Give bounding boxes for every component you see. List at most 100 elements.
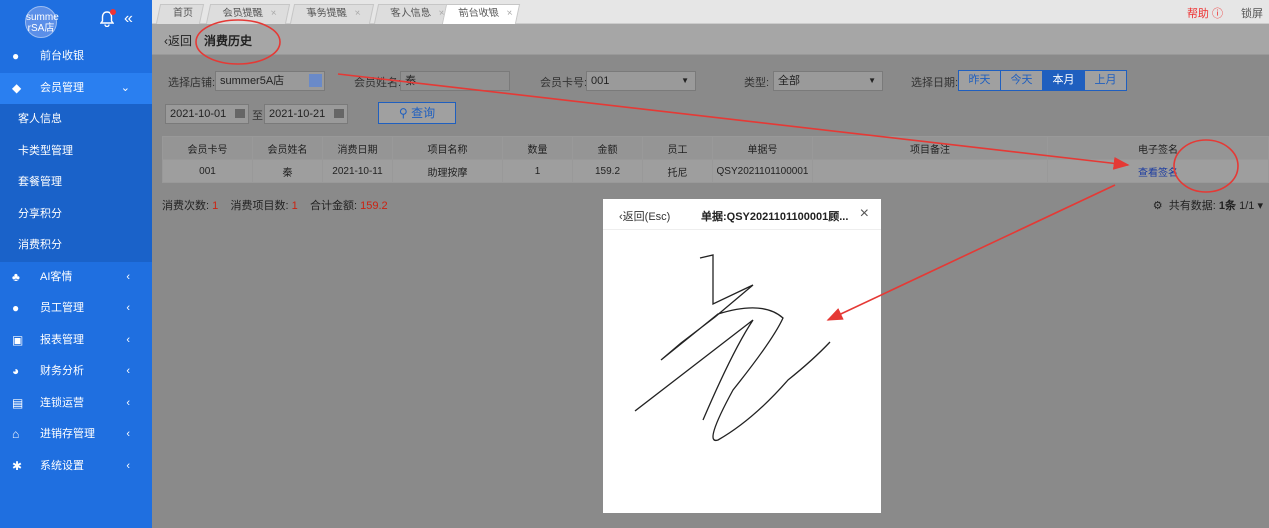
- chevron-icon: ‹: [126, 428, 130, 440]
- dropdown-caret-icon: ▼: [681, 76, 689, 85]
- money-bag-icon: ●: [12, 49, 20, 63]
- sidebar-item-label: 进销存管理: [40, 428, 95, 440]
- sidebar-menu: ● 前台收银 ◆ 会员管理 ⌄ 客人信息 卡类型管理 套餐管理 分享积分 消费积分 ♣ AI客情 ‹ ● 员…: [0, 41, 152, 482]
- dropdown-caret-icon: ▼: [868, 76, 876, 85]
- table-cell: 001: [162, 159, 253, 183]
- table-cell: 秦: [252, 159, 323, 183]
- sidebar-subitem[interactable]: 套餐管理: [0, 167, 152, 199]
- sidebar-item[interactable]: ◆ 会员管理 ⌄: [0, 72, 152, 104]
- sidebar-item[interactable]: ▣ 报表管理 ‹: [0, 325, 152, 357]
- search-icon: ⚲: [398, 106, 408, 120]
- close-icon[interactable]: ×: [505, 5, 515, 23]
- sidebar-subitem[interactable]: 消费积分: [0, 230, 152, 262]
- table-cell: [812, 159, 1048, 183]
- sidebar-subitem[interactable]: 分享积分: [0, 198, 152, 230]
- tab-home[interactable]: 首页: [155, 4, 205, 24]
- sidebar-item-label: 财务分析: [40, 365, 84, 377]
- sidebar-item-label: 员工管理: [40, 302, 84, 314]
- chevron-icon: ‹: [126, 333, 130, 346]
- back-button[interactable]: ‹返回: [164, 32, 192, 49]
- date-today-button[interactable]: 今天: [1000, 70, 1043, 91]
- column-header: 会员卡号: [162, 136, 253, 160]
- page-header: ‹返回 消费历史: [152, 24, 1269, 55]
- sidebar-item-label: 系统设置: [40, 459, 84, 472]
- column-header: 金额: [572, 136, 643, 160]
- view-signature-link[interactable]: 查看签名: [1047, 159, 1269, 183]
- date-this-month-button[interactable]: 本月: [1042, 70, 1085, 91]
- close-icon[interactable]: ×: [269, 5, 279, 23]
- tab-member-reminder[interactable]: 会员提醒 ×: [205, 4, 291, 24]
- table-cell: 助理按摩: [392, 159, 503, 183]
- chevron-icon: ‹: [126, 365, 130, 377]
- help-link[interactable]: 帮助 ⓘ: [1187, 5, 1223, 21]
- column-header: 员工: [642, 136, 713, 160]
- sidebar-item[interactable]: ◕ 财务分析 ‹: [0, 356, 152, 388]
- column-header: 项目备注: [812, 136, 1048, 160]
- sidebar-item-label: 前台收银: [40, 50, 84, 62]
- chevron-icon: ‹: [126, 270, 130, 283]
- tab-guest-info[interactable]: 客人信息 ×: [373, 4, 451, 24]
- chevron-icon: ‹: [126, 302, 130, 314]
- member-name-field[interactable]: 秦: [400, 71, 510, 91]
- calendar-icon[interactable]: [235, 109, 245, 118]
- close-icon[interactable]: ×: [353, 5, 363, 23]
- tab-bar: 首页 会员提醒 × 事务提醒 × 客人信息 × 前台收银 × 帮助 ⓘ 锁屏: [152, 0, 1269, 24]
- chevron-down-icon[interactable]: ▾: [1257, 200, 1263, 212]
- cursor-pick-icon[interactable]: [309, 74, 322, 87]
- sidebar-item-label: AI客情: [40, 270, 73, 283]
- column-header: 单据号: [712, 136, 813, 160]
- sidebar-item[interactable]: ● 前台收银: [0, 41, 152, 73]
- query-button[interactable]: ⚲ 查询: [378, 102, 456, 124]
- pagination-info: ⚙ 共有数据: 1条 1/1 ▾: [1152, 200, 1263, 212]
- table-cell: 2021-10-11: [322, 159, 393, 183]
- chevron-icon: ⌄: [120, 81, 130, 94]
- signature-dialog: ‹返回(Esc) 单据:QSY2021101100001顾... ×: [603, 199, 881, 513]
- sidebar-item[interactable]: ♣ AI客情 ‹: [0, 262, 152, 294]
- sidebar-subitem[interactable]: 客人信息: [0, 104, 152, 136]
- date-last-month-button[interactable]: 上月: [1084, 70, 1127, 91]
- home-icon: ⌂: [12, 427, 20, 441]
- type-select[interactable]: 全部 ▼: [773, 71, 883, 91]
- date-label: 选择日期:: [911, 77, 959, 89]
- sidebar-subitem[interactable]: 卡类型管理: [0, 135, 152, 167]
- gear-icon: ✱: [12, 458, 23, 473]
- chevron-icon: ‹: [126, 459, 130, 472]
- lock-screen-button[interactable]: 锁屏: [1241, 5, 1263, 21]
- dialog-back-button[interactable]: ‹返回(Esc): [619, 208, 670, 224]
- sidebar-item[interactable]: ▤ 连锁运营 ‹: [0, 388, 152, 420]
- sidebar-header: summe rSA店 «: [0, 0, 152, 41]
- table-header-row: 会员卡号 会员姓名 消费日期 项目名称 数量 金额 员工 单据号 项目备注 电子签名: [162, 136, 1269, 160]
- column-header: 消费日期: [322, 136, 393, 160]
- sidebar: summe rSA店 « ● 前台收银 ◆ 会员管理 ⌄ 客人信息 卡类型管理 套餐管理 分享积分…: [0, 0, 152, 528]
- sidebar-item[interactable]: ⌂ 进销存管理 ‹: [0, 419, 152, 451]
- tab-cashier[interactable]: 前台收银 ×: [441, 4, 521, 24]
- tab-affairs-reminder[interactable]: 事务提醒 ×: [289, 4, 375, 24]
- gear-icon[interactable]: ⚙: [1153, 200, 1163, 212]
- store-select[interactable]: summer5A店: [215, 71, 325, 91]
- pie-chart-icon: ◕: [12, 364, 20, 378]
- bell-icon[interactable]: [99, 9, 116, 28]
- close-icon[interactable]: ×: [860, 205, 869, 223]
- column-header: 项目名称: [392, 136, 503, 160]
- user-icon: ●: [12, 301, 20, 315]
- date-separator: 至: [252, 110, 263, 122]
- diamond-icon: ◆: [12, 80, 22, 95]
- table-cell: 1: [502, 159, 573, 183]
- collapse-sidebar-icon[interactable]: «: [124, 10, 133, 28]
- chevron-icon: ‹: [126, 396, 130, 409]
- page-title: 消费历史: [204, 34, 253, 48]
- calendar-icon[interactable]: [334, 109, 344, 118]
- date-from-field[interactable]: 2021-10-01: [165, 104, 249, 124]
- question-icon: ⓘ: [1212, 8, 1223, 20]
- dialog-title: 单据:QSY2021101100001顾...: [701, 211, 849, 223]
- sidebar-item[interactable]: ✱ 系统设置 ‹: [0, 451, 152, 483]
- summary-bar: 消费次数: 1 消费项目数: 1 合计金额: 159.2: [162, 200, 388, 212]
- store-label: 选择店铺:: [168, 77, 216, 89]
- date-to-field[interactable]: 2021-10-21: [264, 104, 348, 124]
- consumption-table: 会员卡号 会员姓名 消费日期 项目名称 数量 金额 员工 单据号 项目备注 电子签名 001 秦 20…: [162, 136, 1269, 183]
- member-name-label: 会员姓名:: [354, 77, 402, 89]
- signature-image: [634, 254, 831, 442]
- date-yesterday-button[interactable]: 昨天: [958, 70, 1001, 91]
- card-number-select[interactable]: 001 ▼: [586, 71, 696, 91]
- sidebar-item[interactable]: ● 员工管理 ‹: [0, 293, 152, 325]
